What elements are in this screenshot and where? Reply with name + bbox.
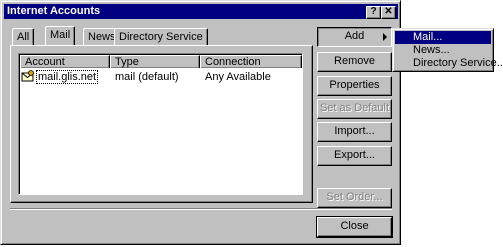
add-button-label: Add [344, 30, 365, 42]
account-name: mail.glis.net [36, 70, 99, 84]
help-button[interactable]: ? [366, 6, 381, 19]
column-header-type[interactable]: Type [110, 55, 200, 68]
title-bar[interactable]: Internet Accounts ? ✕ [4, 4, 398, 19]
export-button[interactable]: Export... [317, 146, 392, 166]
mail-account-icon [21, 70, 34, 82]
internet-accounts-window: Internet Accounts ? ✕ All Mail News Dire… [0, 0, 401, 245]
tab-mail[interactable]: Mail [45, 26, 76, 45]
menu-item-directory-service[interactable]: Directory Service... [395, 57, 503, 70]
mail-tab-panel: Account Type Connection mail.glis.net ma… [10, 45, 313, 203]
set-order-button[interactable]: Set Order... [317, 188, 392, 208]
menu-item-news[interactable]: News... [395, 44, 491, 57]
tab-directory-service[interactable]: Directory Service [114, 28, 208, 45]
properties-button[interactable]: Properties [317, 76, 392, 96]
add-dropdown-menu: Mail... News... Directory Service... [392, 28, 503, 72]
window-title: Internet Accounts [7, 5, 101, 17]
close-button[interactable]: Close [316, 216, 393, 238]
tab-all[interactable]: All [12, 28, 35, 45]
submenu-arrow-icon [383, 33, 387, 41]
menu-item-mail[interactable]: Mail... [395, 31, 491, 44]
set-as-default-button[interactable]: Set as Default [317, 99, 392, 119]
connection-cell: Any Available [205, 71, 271, 83]
column-header-connection[interactable]: Connection [200, 55, 302, 68]
divider [10, 208, 392, 210]
accounts-list[interactable]: Account Type Connection mail.glis.net ma… [18, 53, 303, 195]
add-button[interactable]: Add [317, 27, 392, 47]
import-button[interactable]: Import... [317, 122, 392, 142]
type-cell: mail (default) [115, 71, 179, 83]
account-cell: mail.glis.net [21, 70, 99, 84]
close-window-button[interactable]: ✕ [381, 6, 396, 19]
remove-button[interactable]: Remove [317, 52, 392, 72]
column-header-account[interactable]: Account [20, 55, 110, 68]
